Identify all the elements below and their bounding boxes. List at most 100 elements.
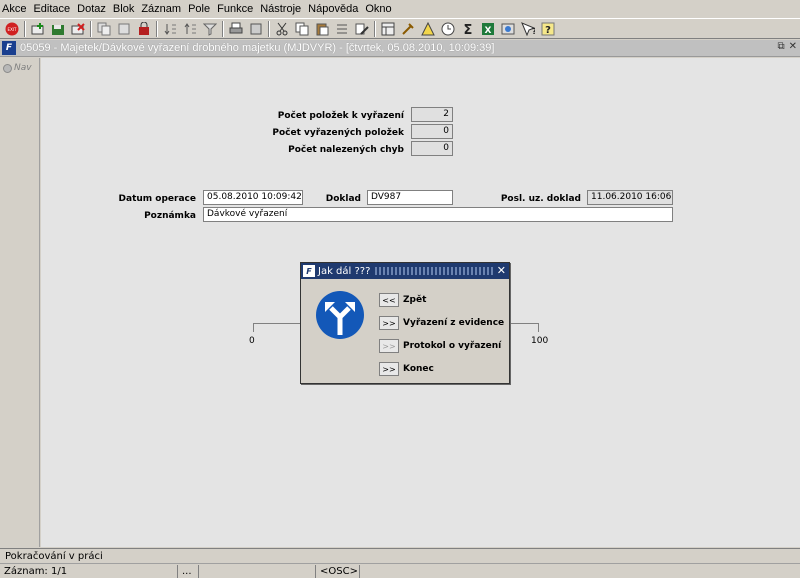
svg-text:Σ: Σ xyxy=(464,23,473,36)
side-navigator: Nav xyxy=(0,58,40,547)
doc-label: Doklad xyxy=(325,194,361,204)
back-label: Zpět xyxy=(403,295,427,305)
filter-icon[interactable] xyxy=(202,21,218,37)
protocol-button[interactable]: >> xyxy=(379,339,399,353)
status-message: Pokračování v práci xyxy=(5,551,103,562)
paste-icon[interactable] xyxy=(314,21,330,37)
note-field[interactable]: Dávkové vyřazení xyxy=(203,207,673,222)
list-indicator: ... xyxy=(178,564,199,578)
menu-bar: Akce Editace Dotaz Blok Záznam Pole Funk… xyxy=(0,0,800,18)
excel-export-icon[interactable]: X xyxy=(480,21,496,37)
retired-count-label: Počet vyřazených položek xyxy=(272,128,404,138)
progress-min-label: 0 xyxy=(249,336,255,346)
end-button[interactable]: >> xyxy=(379,362,399,376)
svg-text:EXIT: EXIT xyxy=(8,27,17,32)
status-cell-empty xyxy=(199,564,316,578)
svg-text:?: ? xyxy=(532,27,535,36)
copy-record-icon[interactable] xyxy=(96,21,112,37)
record-indicator: Záznam: 1/1 xyxy=(0,564,178,578)
nav-item[interactable]: Nav xyxy=(3,63,32,73)
close-icon[interactable]: ✕ xyxy=(789,41,797,52)
toolbar-separator xyxy=(90,20,92,37)
dialog-title-pattern xyxy=(375,267,493,275)
menu-dotaz[interactable]: Dotaz xyxy=(77,3,106,15)
last-doc-label: Posl. uz. doklad xyxy=(500,194,581,204)
window-title-bar: F 05059 - Majetek/Dávkové vyřazení drobn… xyxy=(0,40,800,57)
retire-button[interactable]: >> xyxy=(379,316,399,330)
progress-right-tick xyxy=(538,323,539,332)
menu-akce[interactable]: Akce xyxy=(2,3,26,15)
back-button[interactable]: << xyxy=(379,293,399,307)
nav-label: Nav xyxy=(14,63,32,73)
protocol-label: Protokol o vyřazení xyxy=(403,341,502,351)
help-icon[interactable]: ? xyxy=(540,21,556,37)
menu-napoveda[interactable]: Nápověda xyxy=(308,3,358,15)
clock-icon[interactable] xyxy=(440,21,456,37)
toolbar-separator xyxy=(374,20,376,37)
window-title: 05059 - Majetek/Dávkové vyřazení drobnéh… xyxy=(20,42,495,54)
tools-icon[interactable] xyxy=(400,21,416,37)
progress-line-right xyxy=(510,323,539,324)
web-icon[interactable] xyxy=(500,21,516,37)
last-doc-field: 11.06.2010 16:06:32 xyxy=(587,190,673,205)
duplicate-icon[interactable] xyxy=(116,21,132,37)
edit-field-icon[interactable] xyxy=(354,21,370,37)
note-label: Poznámka xyxy=(144,211,196,221)
sort-asc-icon[interactable] xyxy=(162,21,178,37)
menu-nastroje[interactable]: Nástroje xyxy=(260,3,301,15)
copy-icon[interactable] xyxy=(294,21,310,37)
print-icon[interactable] xyxy=(228,21,244,37)
doc-field[interactable]: DV987 xyxy=(367,190,453,205)
items-count-label: Počet položek k vyřazení xyxy=(277,111,404,121)
retire-label: Vyřazení z evidence xyxy=(403,318,505,328)
sum-icon[interactable]: Σ xyxy=(460,21,476,37)
menu-zaznam[interactable]: Záznam xyxy=(141,3,181,15)
end-label: Konec xyxy=(403,364,434,374)
next-step-dialog: F Jak dál ??? ✕ << Zpět >> Vyřazení z ev… xyxy=(300,262,510,384)
toolbar-separator xyxy=(24,20,26,37)
mode-indicator: <OSC> xyxy=(316,564,360,578)
window-buttons: ⧉ ✕ xyxy=(777,41,797,52)
menu-okno[interactable]: Okno xyxy=(365,3,391,15)
sort-desc-icon[interactable] xyxy=(182,21,198,37)
progress-left-tick xyxy=(253,323,254,332)
progress-line-left xyxy=(253,323,301,324)
lock-record-icon[interactable] xyxy=(136,21,152,37)
menu-funkce[interactable]: Funkce xyxy=(217,3,253,15)
toolbar-separator xyxy=(222,20,224,37)
items-count-field: 2 xyxy=(411,107,453,122)
cut-icon[interactable] xyxy=(274,21,290,37)
app-logo-icon: F xyxy=(303,265,315,277)
message-line: Pokračování v práci xyxy=(0,548,800,563)
insert-record-icon[interactable] xyxy=(30,21,46,37)
menu-pole[interactable]: Pole xyxy=(188,3,210,15)
exit-icon[interactable]: EXIT xyxy=(4,21,20,37)
date-field[interactable]: 05.08.2010 10:09:42 xyxy=(203,190,303,205)
help-context-icon[interactable]: ? xyxy=(520,21,536,37)
menu-editace[interactable]: Editace xyxy=(33,3,70,15)
delete-record-icon[interactable] xyxy=(70,21,86,37)
dialog-close-icon[interactable]: ✕ xyxy=(497,264,506,277)
toolbar-separator xyxy=(156,20,158,37)
errors-count-field: 0 xyxy=(411,141,453,156)
print-preview-icon[interactable] xyxy=(248,21,264,37)
save-record-icon[interactable] xyxy=(50,21,66,37)
direction-sign-icon xyxy=(316,291,364,339)
warning-icon[interactable] xyxy=(420,21,436,37)
errors-count-label: Počet nalezených chyb xyxy=(288,145,404,155)
dialog-title: Jak dál ??? xyxy=(318,265,371,277)
app-logo-icon: F xyxy=(2,41,16,55)
structure-icon[interactable] xyxy=(380,21,396,37)
date-label: Datum operace xyxy=(118,194,196,204)
nav-icon xyxy=(3,63,12,73)
dialog-title-bar: F Jak dál ??? ✕ xyxy=(301,263,509,279)
toolbar-separator xyxy=(268,20,270,37)
restore-icon[interactable]: ⧉ xyxy=(777,41,784,52)
progress-max-label: 100 xyxy=(531,336,549,346)
retired-count-field: 0 xyxy=(411,124,453,139)
list-values-icon[interactable] xyxy=(334,21,350,37)
status-bar: Záznam: 1/1 ... <OSC> xyxy=(0,563,800,578)
svg-text:X: X xyxy=(485,26,492,36)
toolbar: EXIT Σ X ? ? xyxy=(0,18,800,39)
menu-blok[interactable]: Blok xyxy=(113,3,134,15)
